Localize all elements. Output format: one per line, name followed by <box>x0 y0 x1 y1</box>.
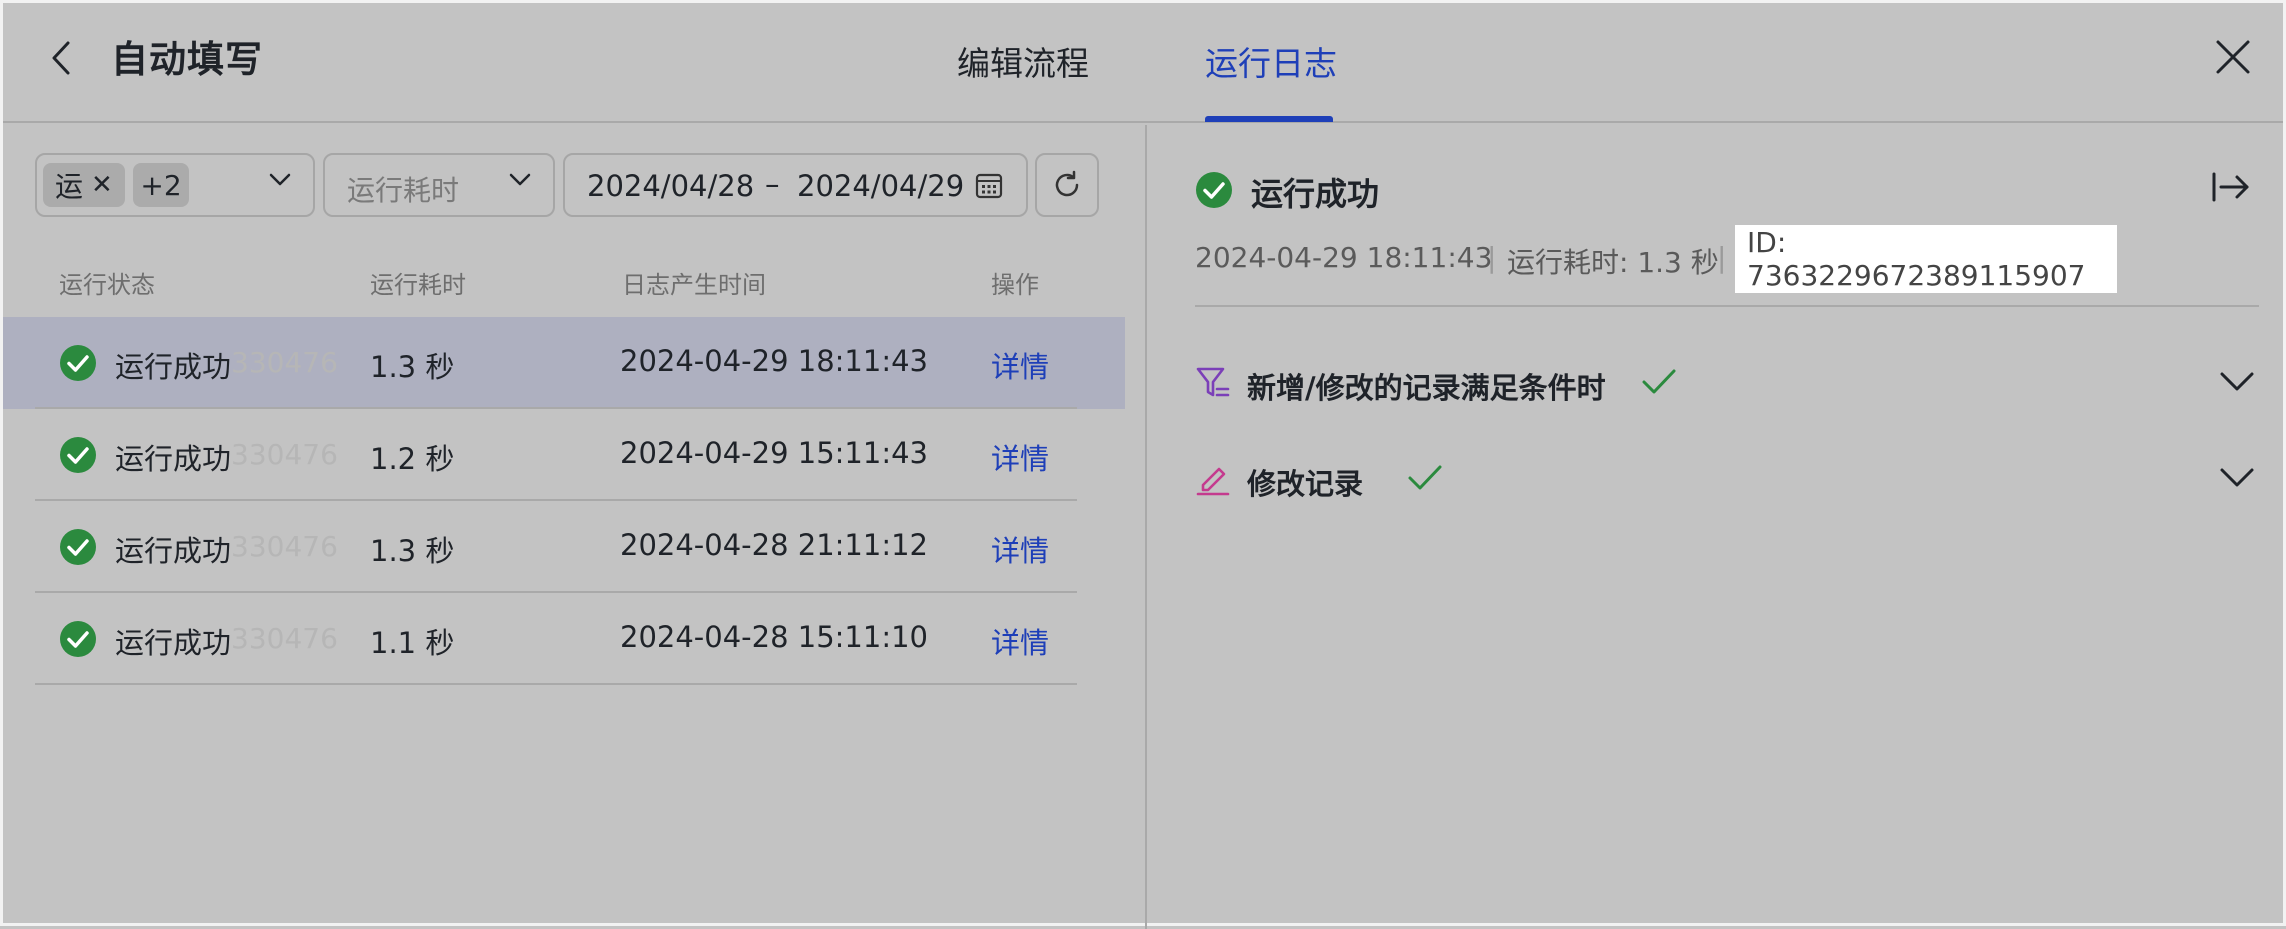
row-status: 运行成功 <box>115 350 232 384</box>
filter-icon <box>1196 367 1230 397</box>
status-filter-select[interactable]: 运 ✕ +2 <box>35 153 315 217</box>
back-button[interactable] <box>41 33 81 83</box>
row-time: 2024-04-29 18:11:43 <box>620 344 928 378</box>
calendar-icon[interactable] <box>975 172 1003 200</box>
row-duration: 1.3 秒 <box>370 534 455 568</box>
row-ghost-text: 330476 <box>231 438 338 471</box>
date-range-separator: – <box>765 167 780 201</box>
step-label: 修改记录 <box>1247 467 1364 501</box>
chevron-down-icon <box>509 173 531 186</box>
row-detail-link[interactable]: 详情 <box>991 528 1049 570</box>
log-detail-panel: 运行成功 2024-04-29 18:11:43 | 运行耗时: 1.3 秒 |… <box>1147 125 2286 929</box>
close-button[interactable] <box>2209 33 2257 81</box>
row-duration: 1.3 秒 <box>370 350 455 384</box>
date-range-end[interactable]: 2024/04/29 <box>797 169 964 203</box>
check-circle-icon <box>1196 172 1232 208</box>
tab-edit-flow[interactable]: 编辑流程 <box>957 37 1089 85</box>
chevron-down-icon[interactable] <box>2219 467 2255 489</box>
row-duration: 1.2 秒 <box>370 442 455 476</box>
duration-filter-placeholder: 运行耗时 <box>347 174 460 207</box>
status-tag-label: 运 <box>55 170 84 203</box>
meta-separator: | <box>1717 241 1727 274</box>
column-header-time: 日志产生时间 <box>622 271 766 299</box>
detail-duration: 运行耗时: 1.3 秒 <box>1507 246 1719 279</box>
row-detail-link[interactable]: 详情 <box>991 344 1049 386</box>
close-icon <box>2216 40 2250 74</box>
column-header-duration: 运行耗时 <box>370 271 466 299</box>
row-detail-link[interactable]: 详情 <box>991 436 1049 478</box>
status-filter-more-tag: +2 <box>133 163 189 207</box>
date-range-start[interactable]: 2024/04/28 <box>587 169 754 203</box>
app-window: 自动填写 编辑流程 运行日志 运 ✕ +2 运行耗时 2024/04/28 – … <box>0 0 2286 929</box>
log-list-panel: 运 ✕ +2 运行耗时 2024/04/28 – 2024/04/29 运行状态… <box>3 125 1145 929</box>
row-time: 2024-04-29 15:11:43 <box>620 436 928 470</box>
row-status: 运行成功 <box>115 534 232 568</box>
check-circle-icon <box>60 621 96 657</box>
row-time: 2024-04-28 21:11:12 <box>620 528 928 562</box>
remove-tag-icon[interactable]: ✕ <box>91 170 113 200</box>
page-title: 自动填写 <box>111 38 263 81</box>
duration-filter-select[interactable]: 运行耗时 <box>323 153 555 217</box>
edit-icon <box>1196 467 1230 496</box>
column-header-status: 运行状态 <box>59 271 155 299</box>
detail-timestamp: 2024-04-29 18:11:43 <box>1195 241 1493 274</box>
refresh-icon <box>1055 170 1079 197</box>
table-row[interactable]: 330476 运行成功 1.3 秒 2024-04-28 21:11:12 详情 <box>3 501 1125 593</box>
refresh-button[interactable] <box>1035 153 1099 217</box>
table-row[interactable]: 330476 运行成功 1.2 秒 2024-04-29 15:11:43 详情 <box>3 409 1125 501</box>
check-circle-icon <box>60 529 96 565</box>
row-ghost-text: 330476 <box>231 346 338 379</box>
step-trigger-condition[interactable]: 新增/修改的记录满足条件时 <box>1195 353 2259 413</box>
row-status: 运行成功 <box>115 626 232 660</box>
header: 自动填写 编辑流程 运行日志 <box>3 3 2283 123</box>
check-icon <box>1408 465 1442 490</box>
row-ghost-text: 330476 <box>231 622 338 655</box>
row-time: 2024-04-28 15:11:10 <box>620 620 928 654</box>
row-detail-link[interactable]: 详情 <box>991 620 1049 662</box>
column-header-action: 操作 <box>991 271 1039 299</box>
detail-divider <box>1195 305 2259 307</box>
check-circle-icon <box>60 345 96 381</box>
step-label: 新增/修改的记录满足条件时 <box>1247 371 1606 405</box>
active-tab-indicator <box>1205 116 1333 122</box>
step-modify-record[interactable]: 修改记录 <box>1195 449 2259 509</box>
status-filter-tag[interactable]: 运 ✕ <box>43 163 125 207</box>
chevron-left-icon <box>52 41 70 75</box>
row-status: 运行成功 <box>115 442 232 476</box>
check-icon <box>1642 369 1676 394</box>
run-id: ID: 7363229672389115907 <box>1735 225 2117 293</box>
row-ghost-text: 330476 <box>231 530 338 563</box>
chevron-down-icon <box>269 173 291 186</box>
row-divider <box>35 683 1077 685</box>
row-duration: 1.1 秒 <box>370 626 455 660</box>
table-row[interactable]: 330476 运行成功 1.3 秒 2024-04-29 18:11:43 详情 <box>3 317 1125 409</box>
table-row[interactable]: 330476 运行成功 1.1 秒 2024-04-28 15:11:10 详情 <box>3 593 1125 685</box>
chevron-down-icon[interactable] <box>2219 371 2255 393</box>
date-range-picker[interactable]: 2024/04/28 – 2024/04/29 <box>563 153 1028 217</box>
tab-run-log[interactable]: 运行日志 <box>1205 37 1337 85</box>
check-circle-icon <box>60 437 96 473</box>
collapse-panel-icon[interactable] <box>2211 171 2251 203</box>
meta-separator: | <box>1487 241 1497 274</box>
detail-status-title: 运行成功 <box>1251 175 1380 213</box>
